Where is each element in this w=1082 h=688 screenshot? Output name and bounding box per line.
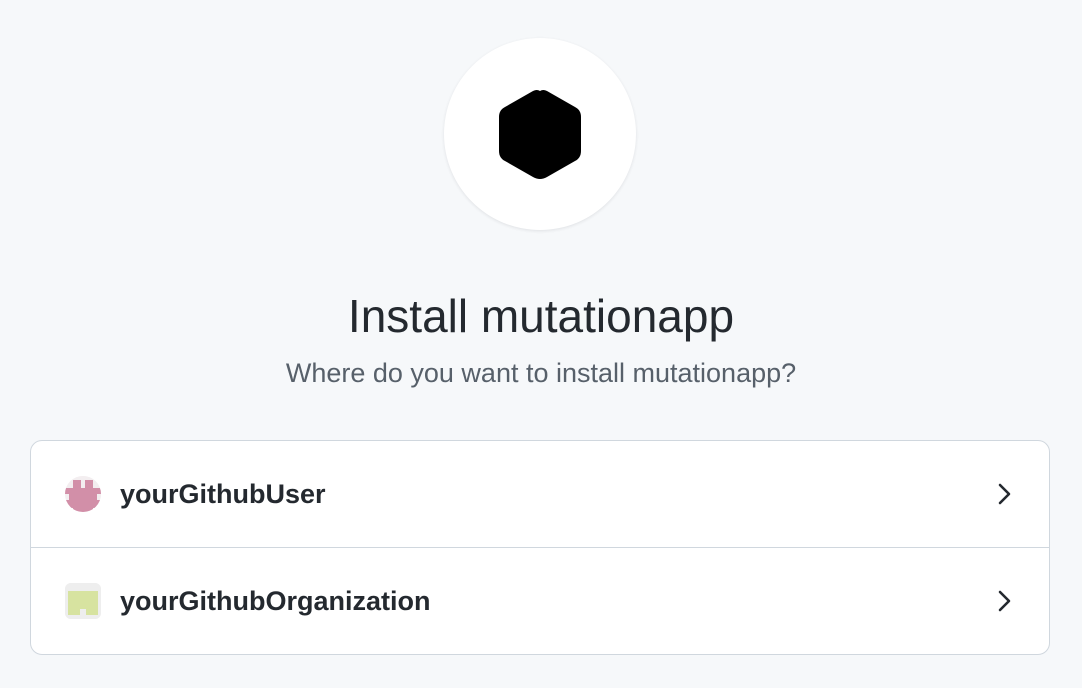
identicon-user-avatar [65,476,101,512]
app-logo [444,38,636,230]
hexagon-icon [499,90,581,179]
account-row-organization[interactable]: yourGithubOrganization [31,547,1049,654]
account-list: yourGithubUser yourGithubOrganization [30,440,1050,655]
chevron-right-icon [997,589,1013,613]
install-page: Install mutationapp Where do you want to… [0,0,1082,688]
chevron-right-icon [997,482,1013,506]
identicon-org-avatar [65,583,101,619]
page-subtitle: Where do you want to install mutationapp… [285,358,797,388]
page-title: Install mutationapp [347,290,735,342]
account-row-user[interactable]: yourGithubUser [31,441,1049,547]
account-name: yourGithubUser [120,479,326,509]
account-name: yourGithubOrganization [120,586,431,616]
